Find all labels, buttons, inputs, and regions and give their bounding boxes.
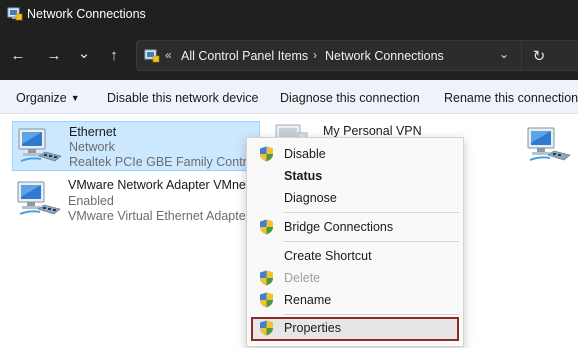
connection-device: Realtek PCIe GBE Family Controller [69, 155, 271, 169]
connection-item-vmware[interactable]: VMware Network Adapter VMnet8 Enabled VM… [12, 175, 260, 229]
organize-menu[interactable]: Organize ▼ [16, 91, 80, 105]
menu-item-label: Bridge Connections [284, 220, 394, 234]
menu-item-diagnose[interactable]: Diagnose [251, 187, 459, 209]
connection-item-ethernet[interactable]: Ethernet Network Realtek PCIe GBE Family… [12, 121, 270, 171]
up-button[interactable]: ↑ [104, 44, 124, 66]
ethernet-adapter-icon [18, 128, 62, 162]
menu-item-label: Rename [284, 293, 332, 307]
chevron-down-icon: ⌄ [77, 45, 91, 62]
breadcrumb-all-control-panel-items[interactable]: All Control Panel Items [181, 49, 308, 63]
menu-item-rename[interactable]: Rename [251, 289, 459, 311]
window-title: Network Connections [27, 7, 146, 21]
command-bar: Organize ▼ Disable this network device Di… [0, 80, 578, 114]
uac-shield-icon [260, 270, 273, 286]
menu-separator [283, 241, 459, 242]
menu-item-label: Delete [284, 271, 321, 285]
menu-item-bridge-connections[interactable]: Bridge Connections [251, 216, 459, 238]
rename-connection-button[interactable]: Rename this connection [444, 91, 578, 105]
uac-shield-icon [260, 320, 273, 336]
forward-arrow-icon: → [46, 46, 62, 64]
connection-name: VMware Network Adapter VMnet8 [68, 178, 257, 192]
breadcrumb-network-connections[interactable]: Network Connections [325, 49, 444, 63]
connection-name: My Personal VPN [323, 124, 422, 138]
context-menu: Disable Status Diagnose Bridge Connectio… [246, 137, 464, 347]
breadcrumb-overflow-icon[interactable]: « [165, 48, 172, 62]
address-bar[interactable]: « All Control Panel Items › Network Conn… [136, 40, 578, 71]
organize-label: Organize [16, 91, 67, 105]
connection-device: VMware Virtual Ethernet Adapter for VMne… [68, 209, 260, 223]
menu-item-disable[interactable]: Disable [251, 143, 459, 165]
recent-locations-button[interactable]: ⌄ [74, 42, 94, 64]
navigation-bar: ← → ⌄ ↑ « All Control Panel Items › Netw… [0, 30, 578, 80]
breadcrumb-separator-icon: › [313, 48, 317, 62]
title-bar: Network Connections [0, 0, 578, 30]
back-arrow-icon: ← [10, 46, 26, 64]
connection-item-partial[interactable] [522, 121, 578, 171]
organize-caret-icon: ▼ [70, 93, 80, 103]
uac-shield-icon [260, 219, 273, 235]
network-connections-icon [7, 7, 23, 21]
menu-item-properties[interactable]: Properties [251, 317, 459, 341]
menu-separator [283, 212, 459, 213]
menu-item-status[interactable]: Status [251, 165, 459, 187]
menu-item-label: Disable [284, 147, 326, 161]
address-dropdown-icon[interactable]: ⌄ [499, 47, 509, 61]
refresh-icon: ↻ [532, 48, 546, 65]
connection-status: Network [69, 140, 115, 154]
menu-item-label: Diagnose [284, 191, 337, 205]
uac-shield-icon [260, 292, 273, 308]
address-divider [521, 41, 522, 70]
up-arrow-icon: ↑ [110, 46, 118, 64]
control-panel-icon [144, 49, 160, 63]
menu-item-label: Create Shortcut [284, 249, 372, 263]
uac-shield-icon [260, 146, 273, 162]
refresh-button[interactable]: ↻ [529, 46, 549, 66]
connection-name: Ethernet [69, 125, 117, 139]
ethernet-adapter-icon [527, 127, 571, 161]
menu-item-delete: Delete [251, 267, 459, 289]
menu-item-label: Status [284, 169, 323, 183]
back-button[interactable]: ← [8, 44, 28, 66]
menu-separator [283, 314, 459, 315]
disable-device-button[interactable]: Disable this network device [107, 91, 258, 105]
ethernet-adapter-icon [17, 181, 61, 215]
menu-item-create-shortcut[interactable]: Create Shortcut [251, 245, 459, 267]
diagnose-connection-button[interactable]: Diagnose this connection [280, 91, 420, 105]
menu-item-label: Properties [284, 321, 341, 335]
connection-status: Enabled [68, 194, 114, 208]
forward-button[interactable]: → [44, 44, 64, 66]
